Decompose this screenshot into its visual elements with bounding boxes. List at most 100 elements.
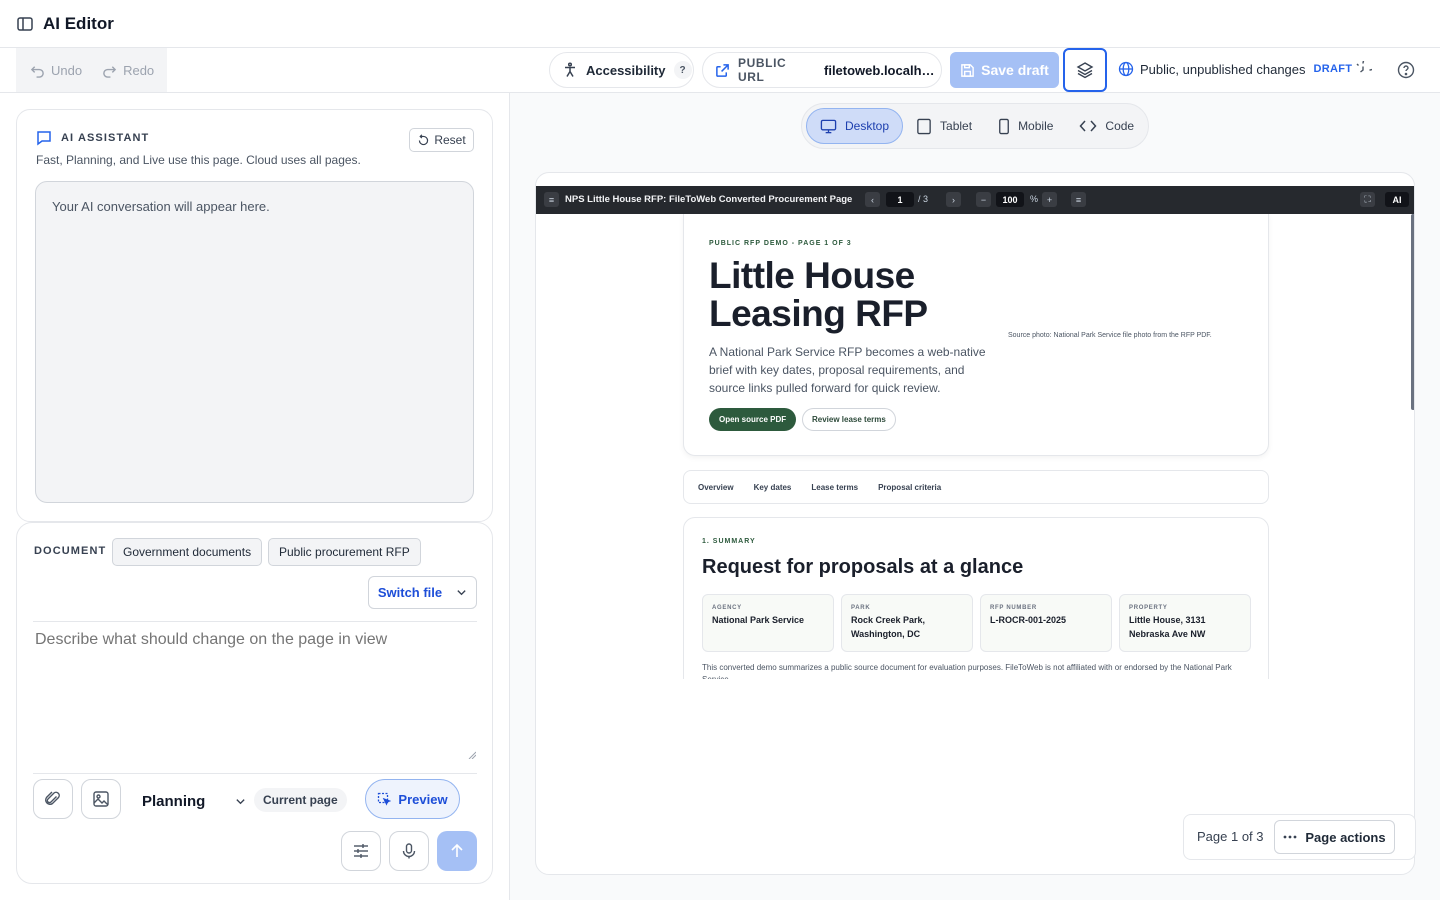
fact-value: Little House, 3131 Nebraska Ave NW xyxy=(1129,615,1206,639)
microphone-button[interactable] xyxy=(389,831,429,871)
microphone-icon xyxy=(400,842,418,860)
assistant-panel: AI ASSISTANT Reset Fast, Planning, and L… xyxy=(0,93,510,900)
publish-status[interactable]: Public, unpublished changes DRAFT xyxy=(1118,61,1352,77)
mode-select[interactable]: Planning xyxy=(142,791,246,811)
viewer-ai-button[interactable]: AI xyxy=(1385,192,1409,207)
document-tag-procurement[interactable]: Public procurement RFP xyxy=(268,538,421,566)
nav-item-lease-terms[interactable]: Lease terms xyxy=(811,483,858,492)
app-title: AI Editor xyxy=(43,14,114,33)
document-tag-government[interactable]: Government documents xyxy=(112,538,263,566)
draft-badge: DRAFT xyxy=(1313,63,1353,75)
undo-icon xyxy=(30,63,45,78)
redo-button[interactable]: Redo xyxy=(102,63,154,78)
page-footer: Page 1 of 3 Page actions xyxy=(1183,814,1416,860)
chevron-down-icon xyxy=(235,796,246,807)
desktop-icon xyxy=(820,118,837,135)
switch-file-button[interactable]: Switch file xyxy=(368,576,477,609)
preview-panel: Desktop Tablet Mobile Code ≡ NPS Little … xyxy=(510,93,1440,900)
page-actions-button[interactable]: Page actions xyxy=(1274,820,1395,854)
fullscreen-icon[interactable]: ⛶ xyxy=(1360,192,1375,207)
nav-item-overview[interactable]: Overview xyxy=(698,483,734,492)
tab-tablet-label: Tablet xyxy=(940,119,973,133)
history-icon[interactable] xyxy=(1354,61,1372,79)
send-button[interactable] xyxy=(437,831,477,871)
chevron-down-icon xyxy=(456,587,467,598)
app-header: AI Editor xyxy=(0,0,1440,48)
settings-sliders-button[interactable] xyxy=(341,831,381,871)
tab-tablet[interactable]: Tablet xyxy=(903,108,985,144)
preview-button[interactable]: Preview xyxy=(365,779,460,819)
open-source-pdf-button[interactable]: Open source PDF xyxy=(709,408,797,431)
page-actions-label: Page actions xyxy=(1305,829,1386,845)
image-upload-button[interactable] xyxy=(81,779,121,819)
next-page-icon[interactable]: › xyxy=(946,192,961,207)
editor-toolbar: Undo Redo Accessibility ? PUBLIC URL fil… xyxy=(0,48,1440,93)
zoom-out-icon[interactable]: − xyxy=(976,192,991,207)
document-label: DOCUMENT xyxy=(34,545,107,557)
tab-code-label: Code xyxy=(1105,119,1135,133)
ai-assistant-title: AI ASSISTANT xyxy=(61,132,150,144)
tab-desktop[interactable]: Desktop xyxy=(806,108,904,144)
accessibility-button[interactable]: Accessibility ? xyxy=(549,52,694,88)
accessibility-icon xyxy=(562,62,578,78)
summary-section: 1. SUMMARY Request for proposals at a gl… xyxy=(683,517,1269,679)
hero-title: Little House Leasing RFP xyxy=(709,255,928,334)
document-scrollbar[interactable] xyxy=(1411,214,1414,410)
ai-assistant-heading: AI ASSISTANT xyxy=(36,130,149,146)
review-lease-terms-button[interactable]: Review lease terms xyxy=(802,408,896,431)
save-draft-button[interactable]: Save draft xyxy=(950,52,1059,88)
layers-icon xyxy=(1076,61,1094,79)
resize-grip-icon[interactable] xyxy=(468,751,476,759)
nav-item-proposal-criteria[interactable]: Proposal criteria xyxy=(878,483,941,492)
nav-item-key-dates[interactable]: Key dates xyxy=(754,483,792,492)
public-url-button[interactable]: PUBLIC URL filetoweb.localhos... xyxy=(702,52,942,88)
public-url-label: PUBLIC URL xyxy=(738,56,787,84)
page-number-input[interactable]: 1 xyxy=(886,192,914,207)
sidebar-toggle-icon[interactable] xyxy=(16,15,34,33)
chat-bubble-icon xyxy=(36,130,52,146)
zoom-input[interactable]: 100 xyxy=(996,192,1024,207)
layers-button[interactable] xyxy=(1063,48,1107,92)
reset-icon xyxy=(417,133,430,147)
zoom-in-icon[interactable]: + xyxy=(1042,192,1057,207)
summary-facts: AGENCY National Park Service PARK Rock C… xyxy=(702,594,1251,652)
prompt-input[interactable] xyxy=(35,631,477,761)
history-controls: Undo Redo xyxy=(16,48,167,92)
conversation-area[interactable]: Your AI conversation will appear here. xyxy=(35,181,474,503)
tab-code[interactable]: Code xyxy=(1066,108,1147,144)
public-url-value: filetoweb.localhos... xyxy=(824,62,941,78)
code-icon xyxy=(1079,119,1097,133)
save-draft-label: Save draft xyxy=(981,62,1049,78)
accessibility-label: Accessibility xyxy=(586,62,666,78)
switch-file-label: Switch file xyxy=(377,585,443,600)
fact-label: AGENCY xyxy=(712,605,742,611)
page-counter: Page 1 of 3 xyxy=(1197,829,1264,844)
image-icon xyxy=(92,790,110,808)
mobile-icon xyxy=(998,118,1010,135)
paperclip-icon xyxy=(44,790,62,808)
tab-mobile[interactable]: Mobile xyxy=(985,108,1066,144)
accessibility-help-badge[interactable]: ? xyxy=(673,61,692,79)
scope-badge[interactable]: Current page xyxy=(254,788,347,812)
reset-button[interactable]: Reset xyxy=(409,128,474,152)
fact-label: PARK xyxy=(851,605,871,611)
composer-toolbar-divider xyxy=(33,773,477,774)
viewer-options-icon[interactable]: ≡ xyxy=(1071,192,1086,207)
undo-button[interactable]: Undo xyxy=(30,63,82,78)
hero-description: A National Park Service RFP becomes a we… xyxy=(709,345,986,395)
publish-status-text: Public, unpublished changes xyxy=(1140,61,1306,77)
help-icon[interactable] xyxy=(1397,61,1415,79)
viewer-menu-icon[interactable]: ≡ xyxy=(544,192,559,207)
fact-label: RFP NUMBER xyxy=(990,605,1037,611)
attach-button[interactable] xyxy=(33,779,73,819)
pdf-viewer-toolbar: ≡ NPS Little House RFP: FileToWeb Conver… xyxy=(536,186,1414,214)
fact-value: L-ROCR-001-2025 xyxy=(990,615,1067,625)
reset-label: Reset xyxy=(434,133,466,147)
summary-title: Request for proposals at a glance xyxy=(702,556,1024,578)
save-icon xyxy=(960,63,975,78)
sliders-icon xyxy=(352,842,370,860)
prev-page-icon[interactable]: ‹ xyxy=(865,192,880,207)
tab-mobile-label: Mobile xyxy=(1018,119,1054,133)
arrow-up-icon xyxy=(449,843,465,859)
document-composer: DOCUMENT Government documents Public pro… xyxy=(16,522,493,884)
